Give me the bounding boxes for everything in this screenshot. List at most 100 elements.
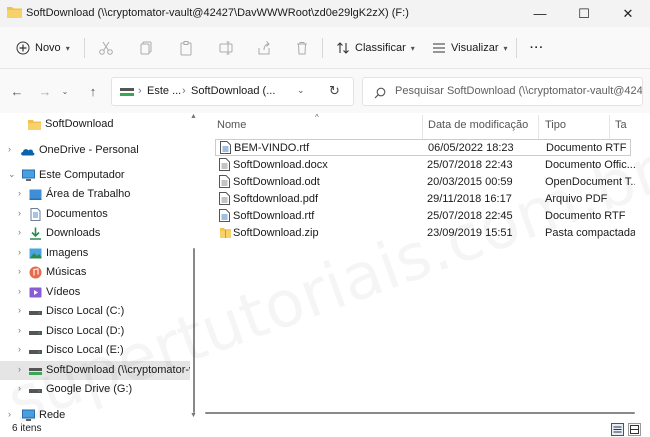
status-bar: 6 itens — [0, 422, 650, 437]
breadcrumb-separator: › — [138, 85, 142, 97]
chevron-right-icon[interactable]: › — [18, 344, 21, 354]
search-icon — [374, 87, 386, 99]
sidebar-item-this-pc[interactable]: ⌄ Este Computador — [0, 166, 190, 185]
item-count: 6 itens — [12, 423, 42, 434]
table-row[interactable]: Softdownload.pdf 29/11/2018 16:17 Arquiv… — [215, 191, 631, 208]
chevron-down-icon: ▾ — [503, 43, 508, 53]
pictures-icon — [29, 248, 42, 259]
breadcrumb-this-pc[interactable]: Este ... — [147, 85, 181, 97]
command-bar: Novo ▾ Classificar ▾ Visualizar ▾ ··· — [0, 27, 650, 69]
paste-icon[interactable] — [178, 40, 194, 56]
sidebar-item-videos[interactable]: › Vídeos — [0, 283, 190, 302]
sidebar-item-disk-c[interactable]: › Disco Local (C:) — [0, 302, 190, 321]
column-divider[interactable] — [538, 115, 539, 139]
sidebar-item-google-drive[interactable]: › Google Drive (G:) — [0, 380, 190, 399]
chevron-right-icon[interactable]: › — [18, 247, 21, 257]
file-docx-icon — [219, 158, 230, 171]
table-row[interactable]: SoftDownload.docx 25/07/2018 22:43 Docum… — [215, 157, 635, 174]
chevron-right-icon[interactable]: › — [18, 266, 21, 276]
documents-icon — [30, 208, 41, 221]
maximize-button[interactable]: ☐ — [562, 0, 606, 27]
chevron-right-icon[interactable]: › — [18, 364, 21, 374]
sidebar-scrollbar[interactable]: ▲ ▼ — [190, 113, 198, 422]
sidebar-item-music[interactable]: › Músicas — [0, 263, 190, 282]
search-input[interactable]: Pesquisar SoftDownload (\\cryptomator-va… — [395, 85, 642, 97]
table-row[interactable]: SoftDownload.rtf 25/07/2018 22:45 Docume… — [215, 208, 631, 225]
chevron-right-icon[interactable]: › — [18, 325, 21, 335]
column-header-type[interactable]: Tipo — [545, 119, 566, 131]
view-button[interactable]: Visualizar ▾ — [432, 36, 508, 60]
breadcrumb-softdownload[interactable]: SoftDownload (... — [191, 85, 275, 97]
sort-button[interactable]: Classificar ▾ — [336, 36, 415, 60]
column-divider[interactable] — [609, 115, 610, 139]
address-row: ← → ⌄ ↑ › Este ... › SoftDownload (... ⌄… — [0, 69, 650, 113]
scroll-up-icon[interactable]: ▲ — [190, 113, 197, 120]
table-row[interactable]: SoftDownload.odt 20/03/2015 00:59 OpenDo… — [215, 174, 635, 191]
sidebar-item-disk-e[interactable]: › Disco Local (E:) — [0, 341, 190, 360]
chevron-right-icon[interactable]: › — [8, 144, 11, 154]
address-dropdown-icon[interactable]: ⌄ — [297, 85, 305, 96]
chevron-right-icon[interactable]: › — [18, 305, 21, 315]
delete-icon[interactable] — [294, 40, 310, 56]
folder-icon — [28, 120, 41, 130]
new-button[interactable]: Novo ▾ — [16, 36, 70, 60]
horizontal-scroll-thumb[interactable] — [205, 412, 635, 414]
sidebar-item-disk-d[interactable]: › Disco Local (D:) — [0, 322, 190, 341]
column-header-name[interactable]: Nome — [217, 119, 246, 131]
network-drive-icon — [120, 88, 134, 96]
more-options-button[interactable]: ··· — [530, 36, 544, 60]
file-list-vertical-scrollbar[interactable] — [639, 113, 650, 407]
table-row[interactable]: BEM-VINDO.rtf 06/05/2022 18:23 Documento… — [215, 139, 631, 156]
sidebar-item-downloads[interactable]: › Downloads — [0, 224, 190, 243]
plus-circle-icon — [16, 41, 30, 55]
cut-icon[interactable] — [98, 40, 114, 56]
rename-icon[interactable] — [218, 40, 234, 56]
network-icon — [22, 409, 35, 421]
column-header-size[interactable]: Ta — [615, 119, 627, 131]
details-view-button[interactable] — [611, 423, 624, 436]
chevron-right-icon[interactable]: › — [8, 409, 11, 419]
sidebar-scroll-thumb[interactable] — [193, 248, 195, 413]
ribbon-divider — [322, 38, 323, 58]
chevron-down-icon: ▾ — [65, 43, 70, 53]
sidebar-item-network[interactable]: › Rede — [0, 406, 190, 422]
chevron-right-icon[interactable]: › — [18, 383, 21, 393]
column-divider[interactable] — [422, 115, 423, 139]
close-button[interactable]: ✕ — [606, 0, 650, 27]
scroll-down-icon[interactable]: ▼ — [190, 412, 197, 419]
recent-locations-button[interactable]: ⌄ — [56, 83, 74, 99]
file-list-horizontal-scrollbar[interactable] — [201, 407, 650, 420]
sidebar-item-desktop[interactable]: › Área de Trabalho — [0, 185, 190, 204]
chevron-right-icon[interactable]: › — [18, 286, 21, 296]
share-icon[interactable] — [256, 40, 272, 56]
table-row[interactable]: SoftDownload.zip 23/09/2019 15:51 Pasta … — [215, 225, 635, 242]
tiles-view-button[interactable] — [628, 423, 641, 436]
column-header-date[interactable]: Data de modificação — [428, 119, 528, 131]
back-button[interactable]: ← — [8, 83, 26, 99]
sidebar-item-softdownload-quick[interactable]: SoftDownload — [0, 115, 190, 134]
sidebar-item-softdownload-drive[interactable]: › SoftDownload (\\cryptomator-vault — [0, 361, 190, 380]
network-drive-icon — [29, 368, 42, 375]
videos-icon — [29, 287, 42, 298]
chevron-down-icon: ▾ — [410, 43, 415, 53]
chevron-down-icon[interactable]: ⌄ — [8, 169, 16, 180]
sidebar-item-documents[interactable]: › Documentos — [0, 205, 190, 224]
refresh-icon[interactable]: ↻ — [329, 83, 340, 99]
chevron-right-icon[interactable]: › — [18, 188, 21, 198]
up-button[interactable]: ↑ — [84, 83, 102, 99]
drive-icon — [29, 311, 42, 315]
copy-icon[interactable] — [138, 40, 154, 56]
sidebar-item-onedrive[interactable]: › OneDrive - Personal — [0, 141, 190, 160]
address-bar[interactable]: › Este ... › SoftDownload (... ⌄ ↻ — [111, 77, 354, 106]
chevron-right-icon[interactable]: › — [18, 208, 21, 218]
chevron-right-icon[interactable]: › — [18, 227, 21, 237]
sidebar-item-pictures[interactable]: › Imagens — [0, 244, 190, 263]
arrow-left-icon: ← — [10, 83, 24, 99]
minimize-button[interactable]: — — [518, 0, 562, 27]
forward-button[interactable]: → — [36, 83, 54, 99]
folder-icon — [7, 7, 22, 18]
drive-icon — [29, 331, 42, 335]
search-box[interactable]: Pesquisar SoftDownload (\\cryptomator-va… — [362, 77, 643, 106]
music-icon — [29, 266, 42, 279]
cloud-icon — [21, 149, 35, 156]
